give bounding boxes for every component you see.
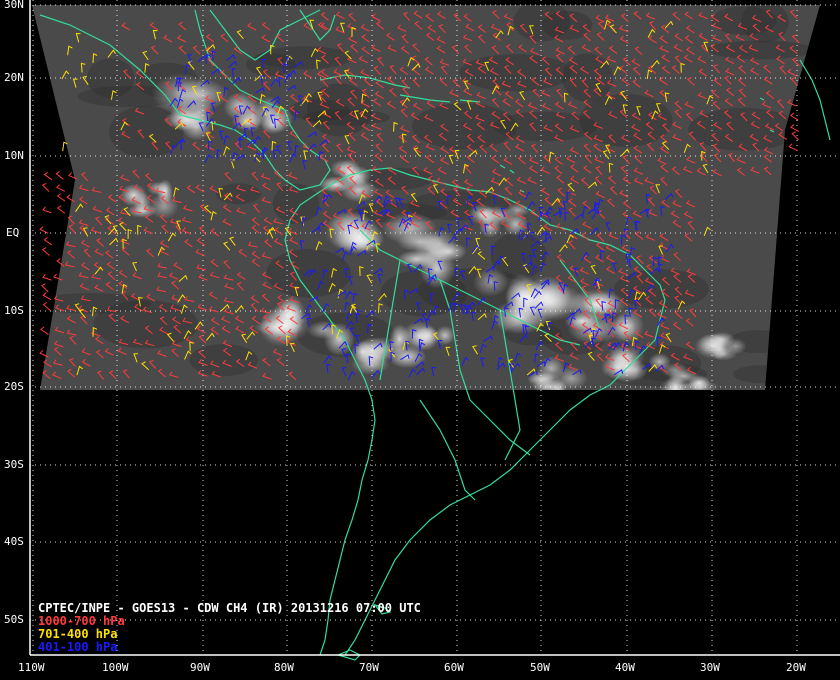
latitude-labels: 30N 20N 10N EQ 10S 20S 30S 40S 50S <box>4 0 24 626</box>
lat-label-50s: 50S <box>4 613 24 626</box>
lon-label-70w: 70W <box>359 661 379 674</box>
lat-label-eq: EQ <box>6 226 19 239</box>
lat-label-20s: 20S <box>4 380 24 393</box>
legend-entry-high: 401-100 hPa <box>38 640 118 654</box>
lat-label-40s: 40S <box>4 535 24 548</box>
lat-label-30n: 30N <box>4 0 24 11</box>
lon-label-50w: 50W <box>530 661 550 674</box>
lon-label-60w: 60W <box>444 661 464 674</box>
lon-label-80w: 80W <box>274 661 294 674</box>
lon-label-40w: 40W <box>615 661 635 674</box>
legend: CPTEC/INPE - GOES13 - CDW CH4 (IR) 20131… <box>38 602 421 654</box>
lon-label-110w: 110W <box>18 661 45 674</box>
lat-label-10n: 10N <box>4 149 24 162</box>
lat-label-10s: 10S <box>4 304 24 317</box>
lon-label-20w: 20W <box>786 661 806 674</box>
satellite-map: 30N 20N 10N EQ 10S 20S 30S 40S 50S 110W … <box>4 0 840 674</box>
lon-label-30w: 30W <box>700 661 720 674</box>
longitude-labels: 110W 100W 90W 80W 70W 60W 50W 40W 30W 20… <box>18 661 806 674</box>
lon-label-100w: 100W <box>102 661 129 674</box>
lat-label-30s: 30S <box>4 458 24 471</box>
lat-label-20n: 20N <box>4 71 24 84</box>
lon-label-90w: 90W <box>190 661 210 674</box>
